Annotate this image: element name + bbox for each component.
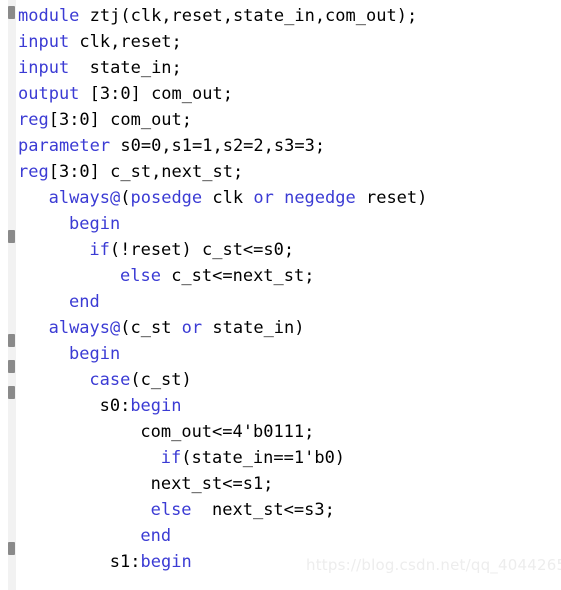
code-text: clk,reset; [69,32,182,52]
code-line[interactable]: input clk,reset; [0,29,561,55]
code-text: ztj(clk,reset,state_in,com_out); [79,6,418,26]
code-text: ( [120,188,131,208]
code-line[interactable]: com_out<=4'b0111; [0,419,561,445]
code-keyword: if [89,240,110,260]
watermark-url: https://blog.csdn.net/qq_40442656 [306,556,561,574]
code-keyword: negedge [284,188,356,208]
code-text: state_in) [202,318,305,338]
code-line[interactable]: if(!reset) c_st<=s0; [0,237,561,263]
code-line[interactable]: end [0,523,561,549]
code-keyword: or [253,188,274,208]
code-text: [3:0] c_st,next_st; [48,162,244,182]
code-keyword: begin [130,396,182,416]
code-keyword: output [18,84,80,104]
code-text: (c_st [120,318,182,338]
code-keyword: parameter [18,136,111,156]
code-line[interactable]: reg[3:0] c_st,next_st; [0,159,561,185]
code-text: s0: [99,396,131,416]
code-screenshot: module ztj(clk,reset,state_in,com_out); i… [0,0,561,590]
code-text: next_st<=s1; [150,474,274,494]
code-keyword: if [160,448,182,468]
code-text: c_st<=next_st; [160,266,315,286]
code-keyword: end [140,526,172,546]
code-line[interactable]: next_st<=s1; [0,471,561,497]
code-keyword: always@ [48,188,121,208]
code-text: (!reset) c_st<=s0; [109,240,295,260]
code-keyword: always@ [48,318,121,338]
code-line[interactable]: end [0,289,561,315]
code-keyword: reg [18,110,49,130]
code-line[interactable]: input state_in; [0,55,561,81]
code-text: (c_st) [130,370,192,390]
code-keyword: begin [140,552,192,572]
code-text: clk [202,188,254,208]
code-line[interactable]: module ztj(clk,reset,state_in,com_out); [0,3,561,29]
code-keyword: begin [69,344,121,364]
code-keyword: reg [18,162,49,182]
code-line[interactable]: s0:begin [0,393,561,419]
code-keyword: else [150,500,192,520]
code-text: [3:0] com_out; [48,110,193,130]
code-keyword: input [18,32,70,52]
code-line[interactable]: parameter s0=0,s1=1,s2=2,s3=3; [0,133,561,159]
code-line[interactable]: reg[3:0] com_out; [0,107,561,133]
code-text: [3:0] com_out; [79,84,233,104]
code-line[interactable]: else next_st<=s3; [0,497,561,523]
code-keyword: begin [69,214,121,234]
code-line[interactable]: begin [0,211,561,237]
code-text: (state_in==1'b0) [181,448,346,468]
code-line[interactable]: else c_st<=next_st; [0,263,561,289]
code-keyword: else [120,266,161,286]
code-keyword: module [18,6,80,26]
code-text: reset) [355,188,428,208]
code-line[interactable]: begin [0,341,561,367]
code-text: s0=0,s1=1,s2=2,s3=3; [110,136,326,156]
code-line[interactable]: output [3:0] com_out; [0,81,561,107]
code-keyword: posedge [130,188,203,208]
code-keyword: or [181,318,203,338]
code-keyword: case [89,370,131,390]
code-line[interactable]: always@(posedge clk or negedge reset) [0,185,561,211]
code-editor-content[interactable]: module ztj(clk,reset,state_in,com_out); i… [0,0,561,575]
code-keyword: input [18,58,70,78]
code-text: state_in; [69,58,182,78]
code-line[interactable]: always@(c_st or state_in) [0,315,561,341]
code-text: next_st<=s3; [191,500,335,520]
code-line[interactable]: if(state_in==1'b0) [0,445,561,471]
code-keyword: end [69,292,100,312]
code-text: com_out<=4'b0111; [140,422,315,442]
code-text: s1: [109,552,141,572]
code-line[interactable]: case(c_st) [0,367,561,393]
